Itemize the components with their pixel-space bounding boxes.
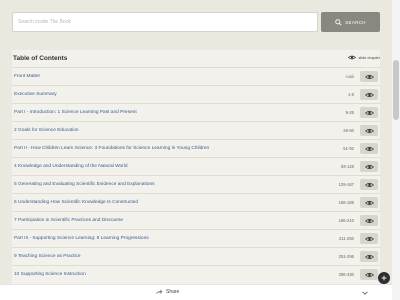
toc-row-link[interactable]: Executive Summary <box>14 92 57 97</box>
toc-row: 7 Participation in Scientific Practices … <box>12 211 380 229</box>
toc-row-link[interactable]: Part III - Supporting Science Learning: … <box>14 236 149 241</box>
eye-icon <box>364 236 374 241</box>
toc-row: Part I - Introduction: 1 Science Learnin… <box>12 103 380 121</box>
toc-row: 10 Supporting Science Instruction 296-330 <box>12 265 380 283</box>
bottom-bar: Share <box>0 284 392 300</box>
eye-icon <box>348 55 357 60</box>
eye-icon <box>364 128 374 133</box>
view-chapter-button[interactable] <box>360 107 378 118</box>
toc-row-link[interactable]: 2 Goals for Science Education <box>14 128 79 133</box>
toc-row: Part III - Supporting Science Learning: … <box>12 229 380 247</box>
toc-row-link[interactable]: 7 Participation in Scientific Practices … <box>14 218 123 223</box>
view-chapter-button[interactable] <box>360 251 378 262</box>
toc-row-pages: 211-250 <box>338 236 354 241</box>
search-input[interactable] <box>12 12 318 32</box>
book-panel: SEARCH Table of Contents slide chapter F… <box>0 0 392 300</box>
share-button[interactable]: Share <box>155 289 179 295</box>
slides-toggle-label: slide chapter <box>358 55 380 60</box>
toc-row-pages: i-xxii <box>345 74 354 79</box>
slides-toggle[interactable]: slide chapter <box>348 55 380 60</box>
view-chapter-button[interactable] <box>360 71 378 82</box>
eye-icon <box>364 272 374 277</box>
share-arrow-icon <box>155 289 163 295</box>
toc-row-link[interactable]: 6 Understanding How Scientific Knowledge… <box>14 200 138 205</box>
toc-row-pages: 51-92 <box>343 146 354 151</box>
toc-row-pages: 9-25 <box>345 110 354 115</box>
toc-row-pages: 26-50 <box>343 128 354 133</box>
view-chapter-button[interactable] <box>360 161 378 172</box>
view-chapter-button[interactable] <box>360 215 378 226</box>
toc-row: 4 Knowledge and Understanding of the Nat… <box>12 157 380 175</box>
toc-row: 9 Teaching Science as Practice 251-295 <box>12 247 380 265</box>
chevron-down-icon[interactable] <box>361 289 369 297</box>
toc-row-link[interactable]: Part II - How Children Learn Science: 3 … <box>14 146 209 151</box>
toc-row-pages: 93-128 <box>340 164 354 169</box>
view-chapter-button[interactable] <box>360 179 378 190</box>
add-button[interactable] <box>378 272 390 284</box>
eye-icon <box>364 110 374 115</box>
toc-row-link[interactable]: 5 Generating and Evaluating Scientific E… <box>14 182 155 187</box>
toc-row-link[interactable]: 10 Supporting Science Instruction <box>14 272 86 277</box>
eye-icon <box>364 146 374 151</box>
toc-row: 5 Generating and Evaluating Scientific E… <box>12 175 380 193</box>
toc-row-pages: 186-210 <box>338 218 354 223</box>
toc-row: 2 Goals for Science Education 26-50 <box>12 121 380 139</box>
toc-row-link[interactable]: Part I - Introduction: 1 Science Learnin… <box>14 110 137 115</box>
toc-header: Table of Contents slide chapter <box>12 50 380 68</box>
view-chapter-button[interactable] <box>360 197 378 208</box>
toc-row-pages: 129-167 <box>338 182 354 187</box>
toc-row-pages: 168-185 <box>338 200 354 205</box>
share-label: Share <box>166 289 180 295</box>
view-chapter-button[interactable] <box>360 89 378 100</box>
eye-icon <box>364 200 374 205</box>
toc-list: Front Matter i-xxii Executive Summary 1-8 Pa… <box>12 67 380 283</box>
toc-title: Table of Contents <box>13 55 68 62</box>
toc-row: Front Matter i-xxii <box>12 67 380 85</box>
search-button-label: SEARCH <box>345 19 366 25</box>
scrollbar[interactable] <box>392 0 400 300</box>
table-of-contents: Table of Contents slide chapter Front Ma… <box>12 50 380 300</box>
toc-row-link[interactable]: 9 Teaching Science as Practice <box>14 254 81 259</box>
toc-row-pages: 1-8 <box>347 92 354 97</box>
eye-icon <box>364 164 374 169</box>
toc-row-pages: 296-330 <box>338 272 354 277</box>
magnifier-icon <box>335 18 342 26</box>
toc-row-link[interactable]: Front Matter <box>14 74 40 79</box>
eye-icon <box>364 218 374 223</box>
toc-row: 6 Understanding How Scientific Knowledge… <box>12 193 380 211</box>
search-button[interactable]: SEARCH <box>321 12 380 32</box>
view-chapter-button[interactable] <box>360 125 378 136</box>
view-chapter-button[interactable] <box>360 269 378 280</box>
plus-icon <box>381 275 387 281</box>
view-chapter-button[interactable] <box>360 233 378 244</box>
eye-icon <box>364 74 374 79</box>
toc-row-pages: 251-295 <box>338 254 354 259</box>
toc-row: Executive Summary 1-8 <box>12 85 380 103</box>
eye-icon <box>364 92 374 97</box>
toc-row-link[interactable]: 4 Knowledge and Understanding of the Nat… <box>14 164 128 169</box>
toc-row: Part II - How Children Learn Science: 3 … <box>12 139 380 157</box>
search-row: SEARCH <box>12 12 380 32</box>
view-chapter-button[interactable] <box>360 143 378 154</box>
eye-icon <box>364 254 374 259</box>
scrollbar-thumb[interactable] <box>393 60 399 120</box>
eye-icon <box>364 182 374 187</box>
